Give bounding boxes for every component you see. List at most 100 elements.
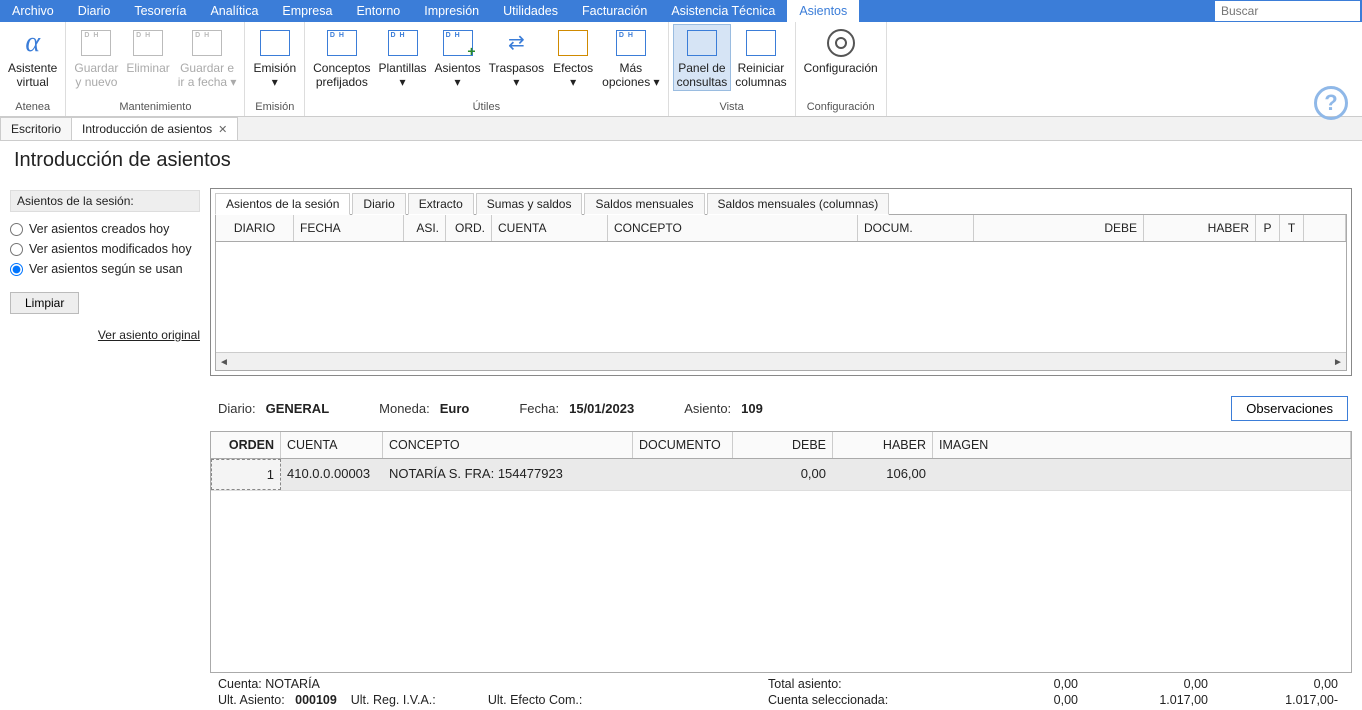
limpiar-button[interactable]: Limpiar	[10, 292, 79, 314]
ecol-haber[interactable]: HABER	[833, 432, 933, 458]
col-haber[interactable]: HABER	[1144, 215, 1256, 241]
ribbon-group-atenea: α Asistente virtual Atenea	[0, 22, 66, 116]
lbl-diario: Diario:	[218, 401, 256, 416]
doc-tab-introduccion-asientos[interactable]: Introducción de asientos ✕	[71, 117, 238, 140]
ribbon-btn-configuracion[interactable]: Configuración	[800, 24, 882, 76]
cell-imagen[interactable]	[933, 459, 1351, 490]
ribbon-btn-plantillas[interactable]: D H Plantillas ▾	[375, 24, 431, 90]
menu-diario[interactable]: Diario	[66, 0, 123, 22]
dh-icon: D H	[326, 27, 358, 59]
table-row[interactable]: 1 410.0.0.00003 NOTARÍA S. FRA: 15447792…	[211, 459, 1351, 491]
doc-tabs: Escritorio Introducción de asientos ✕	[0, 117, 1362, 141]
footer-val: 1.017,00-	[1208, 693, 1338, 707]
col-p[interactable]: P	[1256, 215, 1280, 241]
scroll-right-icon[interactable]: ►	[1330, 353, 1346, 371]
ecol-cuenta[interactable]: CUENTA	[281, 432, 383, 458]
ribbon-group-label: Útiles	[309, 99, 663, 116]
radio-modificados-hoy[interactable]: Ver asientos modificados hoy	[10, 242, 200, 256]
ribbon-group-mantenimiento: D H Guardar y nuevo D H Eliminar D H Gua…	[66, 22, 245, 116]
ribbon-btn-reiniciar-columnas[interactable]: Reiniciar columnas	[731, 24, 790, 90]
ecol-concepto[interactable]: CONCEPTO	[383, 432, 633, 458]
col-docum[interactable]: DOCUM.	[858, 215, 974, 241]
entry-grid-body[interactable]: 1 410.0.0.00003 NOTARÍA S. FRA: 15447792…	[211, 459, 1351, 672]
dh-icon: D H	[615, 27, 647, 59]
ecol-orden[interactable]: ORDEN	[211, 432, 281, 458]
menu-facturacion[interactable]: Facturación	[570, 0, 659, 22]
val-fecha: 15/01/2023	[569, 401, 634, 416]
ribbon-btn-efectos[interactable]: Efectos ▾	[548, 24, 598, 90]
hscrollbar[interactable]: ◄ ►	[216, 352, 1346, 370]
col-concepto[interactable]: CONCEPTO	[608, 215, 858, 241]
menu-entorno[interactable]: Entorno	[344, 0, 412, 22]
observaciones-button[interactable]: Observaciones	[1231, 396, 1348, 421]
content: Asientos de la sesión Diario Extracto Su…	[210, 182, 1362, 709]
radio-creados-hoy[interactable]: Ver asientos creados hoy	[10, 222, 200, 236]
ribbon-btn-emision[interactable]: Emisión ▾	[249, 24, 300, 90]
ribbon-btn-panel-consultas[interactable]: Panel de consultas	[673, 24, 732, 91]
cell-haber[interactable]: 106,00	[833, 459, 933, 490]
col-debe[interactable]: DEBE	[974, 215, 1144, 241]
doc-tab-escritorio[interactable]: Escritorio	[0, 117, 72, 140]
ribbon-btn-guardar-ir-fecha[interactable]: D H Guardar e ir a fecha ▾	[174, 24, 241, 90]
cell-cuenta[interactable]: 410.0.0.00003	[281, 459, 383, 490]
footer-cuenta-sel-label: Cuenta seleccionada:	[768, 693, 948, 707]
tab-saldos-mensuales-col[interactable]: Saldos mensuales (columnas)	[707, 193, 890, 215]
lbl-moneda: Moneda:	[379, 401, 430, 416]
lbl-fecha: Fecha:	[519, 401, 559, 416]
arrows-icon: ⇄	[500, 27, 532, 59]
columns-icon	[745, 27, 777, 59]
menu-empresa[interactable]: Empresa	[270, 0, 344, 22]
col-diario[interactable]: DIARIO	[216, 215, 294, 241]
ribbon-btn-asientos[interactable]: D H+ Asientos ▾	[431, 24, 485, 90]
ecol-imagen[interactable]: IMAGEN	[933, 432, 1351, 458]
col-cuenta[interactable]: CUENTA	[492, 215, 608, 241]
ribbon-group-utiles: D H Conceptos prefijados D H Plantillas …	[305, 22, 668, 116]
ribbon-btn-guardar-nuevo[interactable]: D H Guardar y nuevo	[70, 24, 122, 90]
tab-extracto[interactable]: Extracto	[408, 193, 474, 215]
ribbon-btn-conceptos-prefijados[interactable]: D H Conceptos prefijados	[309, 24, 374, 90]
col-asi[interactable]: ASI.	[404, 215, 446, 241]
close-icon[interactable]: ✕	[218, 123, 227, 136]
ribbon-btn-traspasos[interactable]: ⇄ Traspasos ▾	[485, 24, 549, 90]
ecol-documento[interactable]: DOCUMENTO	[633, 432, 733, 458]
footer-val: 0,00	[1078, 677, 1208, 691]
footer-cuenta-value: NOTARÍA	[265, 677, 320, 691]
footer-ult-asiento-value: 000109	[295, 693, 337, 707]
menu-asientos[interactable]: Asientos	[787, 0, 859, 22]
menu-impresion[interactable]: Impresión	[412, 0, 491, 22]
cell-debe[interactable]: 0,00	[733, 459, 833, 490]
ribbon-group-label: Vista	[673, 99, 791, 116]
sidebar: Asientos de la sesión: Ver asientos crea…	[0, 182, 210, 709]
menu-asistencia[interactable]: Asistencia Técnica	[659, 0, 787, 22]
col-ord[interactable]: ORD.	[446, 215, 492, 241]
scroll-left-icon[interactable]: ◄	[216, 353, 232, 371]
tab-saldos-mensuales[interactable]: Saldos mensuales	[584, 193, 704, 215]
dh-plus-icon: D H+	[442, 27, 474, 59]
tab-asientos-sesion[interactable]: Asientos de la sesión	[215, 193, 350, 215]
tab-diario[interactable]: Diario	[352, 193, 405, 215]
cell-concepto[interactable]: NOTARÍA S. FRA: 154477923	[383, 459, 633, 490]
col-t[interactable]: T	[1280, 215, 1304, 241]
lbl-asiento: Asiento:	[684, 401, 731, 416]
help-icon[interactable]: ?	[1314, 86, 1348, 120]
doc-icon: D H	[132, 27, 164, 59]
ribbon-btn-eliminar[interactable]: D H Eliminar	[122, 24, 173, 76]
menu-archivo[interactable]: Archivo	[0, 0, 66, 22]
ribbon-btn-mas-opciones[interactable]: D H Más opciones ▾	[598, 24, 663, 90]
menu-tesoreria[interactable]: Tesorería	[122, 0, 198, 22]
ver-asiento-original-link[interactable]: Ver asiento original	[10, 328, 200, 342]
tab-sumas-saldos[interactable]: Sumas y saldos	[476, 193, 583, 215]
ribbon-group-emision: Emisión ▾ Emisión	[245, 22, 305, 116]
menu-analitica[interactable]: Analítica	[198, 0, 270, 22]
search-input[interactable]	[1215, 1, 1360, 21]
ribbon-btn-asistente-virtual[interactable]: α Asistente virtual	[4, 24, 61, 90]
menu-utilidades[interactable]: Utilidades	[491, 0, 570, 22]
col-fecha[interactable]: FECHA	[294, 215, 404, 241]
session-grid-body[interactable]	[216, 242, 1346, 352]
session-grid-header: DIARIO FECHA ASI. ORD. CUENTA CONCEPTO D…	[216, 215, 1346, 242]
ecol-debe[interactable]: DEBE	[733, 432, 833, 458]
entry-grid-header: ORDEN CUENTA CONCEPTO DOCUMENTO DEBE HAB…	[211, 432, 1351, 459]
cell-documento[interactable]	[633, 459, 733, 490]
radio-segun-usan[interactable]: Ver asientos según se usan	[10, 262, 200, 276]
cell-orden[interactable]: 1	[211, 459, 281, 490]
